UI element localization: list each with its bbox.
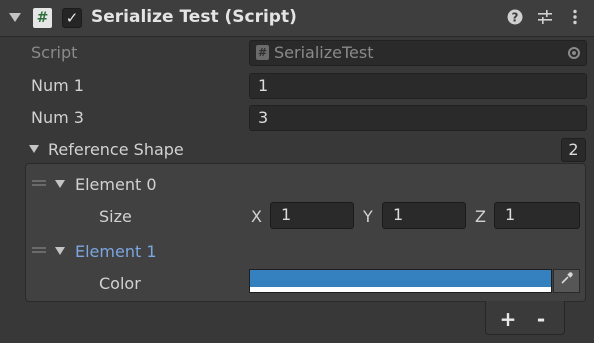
- script-icon: #: [33, 8, 52, 28]
- component-title: Serialize Test (Script): [91, 7, 297, 27]
- list-size-field[interactable]: 2: [561, 138, 586, 162]
- presets-icon[interactable]: [536, 9, 554, 29]
- list-foldout-triangle-icon[interactable]: [29, 145, 39, 153]
- element-0-foldout-triangle-icon[interactable]: [55, 180, 65, 188]
- color-label: Color: [99, 274, 141, 293]
- size-label: Size: [99, 207, 132, 226]
- size-y-label: Y: [363, 207, 373, 226]
- script-file-icon: #: [256, 45, 269, 60]
- num3-label: Num 3: [31, 108, 84, 127]
- size-x-label: X: [251, 207, 262, 226]
- size-z-label: Z: [475, 207, 486, 226]
- remove-element-button[interactable]: -: [527, 302, 555, 336]
- help-icon[interactable]: ?: [506, 9, 524, 29]
- eyedropper-button[interactable]: [553, 269, 580, 293]
- num3-input[interactable]: 3: [249, 105, 587, 131]
- add-element-button[interactable]: +: [494, 302, 522, 336]
- num1-label: Num 1: [31, 76, 84, 95]
- size-z-input[interactable]: 1: [494, 202, 580, 229]
- reference-shape-label[interactable]: Reference Shape: [48, 140, 184, 159]
- color-swatch[interactable]: [250, 270, 551, 287]
- drag-handle-icon[interactable]: [32, 180, 46, 186]
- element-1-label[interactable]: Element 1: [75, 242, 157, 261]
- element-1-foldout-triangle-icon[interactable]: [55, 247, 65, 255]
- script-label: Script: [31, 43, 78, 62]
- size-x-input[interactable]: 1: [270, 202, 354, 229]
- size-y-input[interactable]: 1: [382, 202, 466, 229]
- svg-text:?: ?: [512, 11, 519, 25]
- num1-input[interactable]: 1: [249, 73, 587, 99]
- eyedropper-icon: [560, 272, 573, 284]
- script-object-field: SerializeTest: [249, 40, 587, 66]
- color-field[interactable]: [249, 269, 552, 293]
- more-menu-icon[interactable]: [566, 9, 584, 29]
- drag-handle-icon[interactable]: [32, 247, 46, 253]
- component-header: [0, 0, 594, 37]
- object-picker-icon[interactable]: [568, 47, 580, 59]
- collapse-triangle-icon[interactable]: [9, 13, 21, 22]
- element-0-label[interactable]: Element 0: [75, 175, 157, 194]
- component-enabled-checkbox[interactable]: ✓: [62, 8, 82, 28]
